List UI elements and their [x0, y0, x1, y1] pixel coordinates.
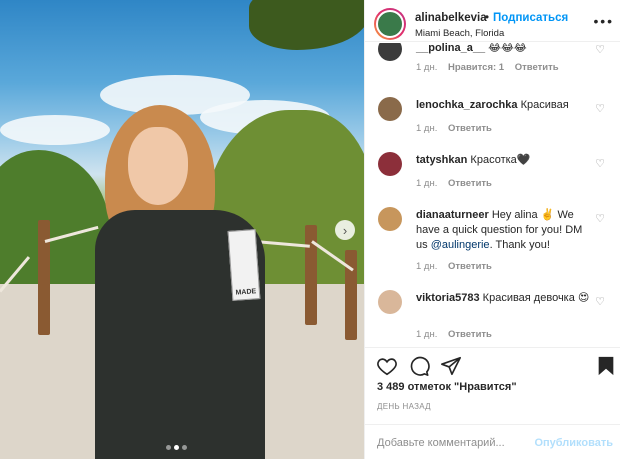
- comment-meta: 1 дн. Ответить: [416, 123, 500, 134]
- comment-meta: 1 дн. Ответить: [416, 178, 500, 189]
- reply-button[interactable]: Ответить: [448, 261, 492, 272]
- share-send-icon[interactable]: [440, 355, 462, 377]
- save-bookmark-icon[interactable]: [595, 355, 617, 377]
- post-actions: 3 489 отметок "Нравится" ДЕНЬ НАЗАД Опуб…: [365, 347, 620, 459]
- comment-body-end: . Thank you!: [489, 239, 550, 251]
- carousel-dot: [182, 445, 187, 450]
- comment-body: Красивая девочка 😍: [482, 292, 590, 304]
- add-comment-bar: Опубликовать: [365, 424, 620, 459]
- heart-icon[interactable]: ♡: [595, 295, 605, 308]
- post-location[interactable]: Miami Beach, Florida: [415, 28, 504, 39]
- face: [128, 127, 188, 205]
- comment-avatar[interactable]: [378, 43, 402, 61]
- comment-input[interactable]: [377, 434, 537, 452]
- fence-post: [38, 220, 50, 335]
- carousel-indicator: [166, 445, 187, 450]
- heart-icon[interactable]: ♡: [595, 212, 605, 225]
- comment-username[interactable]: viktoria5783: [416, 292, 480, 304]
- bush-left: [0, 150, 110, 300]
- follow-label: Подписаться: [493, 12, 569, 24]
- comment-text: viktoria5783 Красивая девочка 😍: [416, 291, 596, 306]
- follow-button[interactable]: • Подписаться: [485, 12, 568, 24]
- fence-post: [305, 225, 317, 325]
- avatar-image: [376, 10, 404, 38]
- comment-mention-link[interactable]: @aulingerie: [431, 239, 490, 251]
- comment-time[interactable]: 1 дн.: [416, 261, 437, 272]
- post-username[interactable]: alinabelkevia: [415, 12, 487, 24]
- more-options-icon[interactable]: • • •: [594, 13, 613, 29]
- next-photo-arrow-icon[interactable]: ›: [335, 220, 355, 240]
- comment-avatar[interactable]: [378, 290, 402, 314]
- comment-text: tatyshkan Красотка🖤: [416, 153, 596, 168]
- post-header: alinabelkevia • Подписаться Miami Beach, …: [365, 0, 620, 42]
- publish-button[interactable]: Опубликовать: [534, 437, 613, 449]
- heart-icon[interactable]: ♡: [595, 102, 605, 115]
- comment-text: __polina_a__ 😂😂😂: [416, 43, 596, 56]
- reply-button[interactable]: Ответить: [448, 178, 492, 189]
- separator-dot: •: [485, 12, 490, 24]
- comment-time[interactable]: 1 дн.: [416, 123, 437, 134]
- avatar[interactable]: [374, 8, 406, 40]
- heart-icon[interactable]: ♡: [595, 43, 605, 56]
- reply-button[interactable]: Ответить: [515, 62, 559, 73]
- comment-time[interactable]: 1 дн.: [416, 178, 437, 189]
- jacket-patch: MADE: [227, 229, 261, 301]
- comment-username[interactable]: dianaaturneer: [416, 209, 489, 221]
- reply-button[interactable]: Ответить: [448, 123, 492, 134]
- comment-username[interactable]: __polina_a__: [416, 43, 485, 54]
- comment-meta: 1 дн. Нравится: 1 Ответить: [416, 62, 567, 73]
- likes-count[interactable]: 3 489 отметок "Нравится": [377, 381, 517, 393]
- carousel-dot-active: [174, 445, 179, 450]
- comment-text: lenochka_zarochka Красивая: [416, 98, 596, 113]
- comment-avatar[interactable]: [378, 207, 402, 231]
- comment-time[interactable]: 1 дн.: [416, 329, 437, 340]
- cloud: [0, 115, 110, 145]
- heart-icon[interactable]: ♡: [595, 157, 605, 170]
- comment-meta: 1 дн. Ответить: [416, 261, 500, 272]
- comment-text: dianaaturneer Hey alina ✌️ We have a qui…: [416, 208, 596, 253]
- comments-list: __polina_a__ 😂😂😂 1 дн. Нравится: 1 Ответ…: [365, 43, 620, 346]
- reply-button[interactable]: Ответить: [448, 329, 492, 340]
- like-heart-icon[interactable]: [376, 355, 398, 377]
- tree-foliage: [249, 0, 364, 50]
- post-side-panel: alinabelkevia • Подписаться Miami Beach, …: [364, 0, 620, 459]
- comment-body: Красотка🖤: [470, 154, 531, 166]
- comment-bubble-icon[interactable]: [408, 355, 430, 377]
- comment-meta: 1 дн. Ответить: [416, 329, 500, 340]
- comment-body: 😂😂😂: [488, 43, 527, 54]
- comment-avatar[interactable]: [378, 97, 402, 121]
- comment-username[interactable]: tatyshkan: [416, 154, 467, 166]
- comment-body: Красивая: [520, 99, 569, 111]
- carousel-dot: [166, 445, 171, 450]
- comment-likes[interactable]: Нравится: 1: [448, 62, 504, 73]
- comment-time[interactable]: 1 дн.: [416, 62, 437, 73]
- comment-avatar[interactable]: [378, 152, 402, 176]
- comment-username[interactable]: lenochka_zarochka: [416, 99, 518, 111]
- post-photo[interactable]: MADE ›: [0, 0, 364, 459]
- post-time[interactable]: ДЕНЬ НАЗАД: [377, 402, 431, 411]
- person-figure: MADE: [95, 105, 270, 459]
